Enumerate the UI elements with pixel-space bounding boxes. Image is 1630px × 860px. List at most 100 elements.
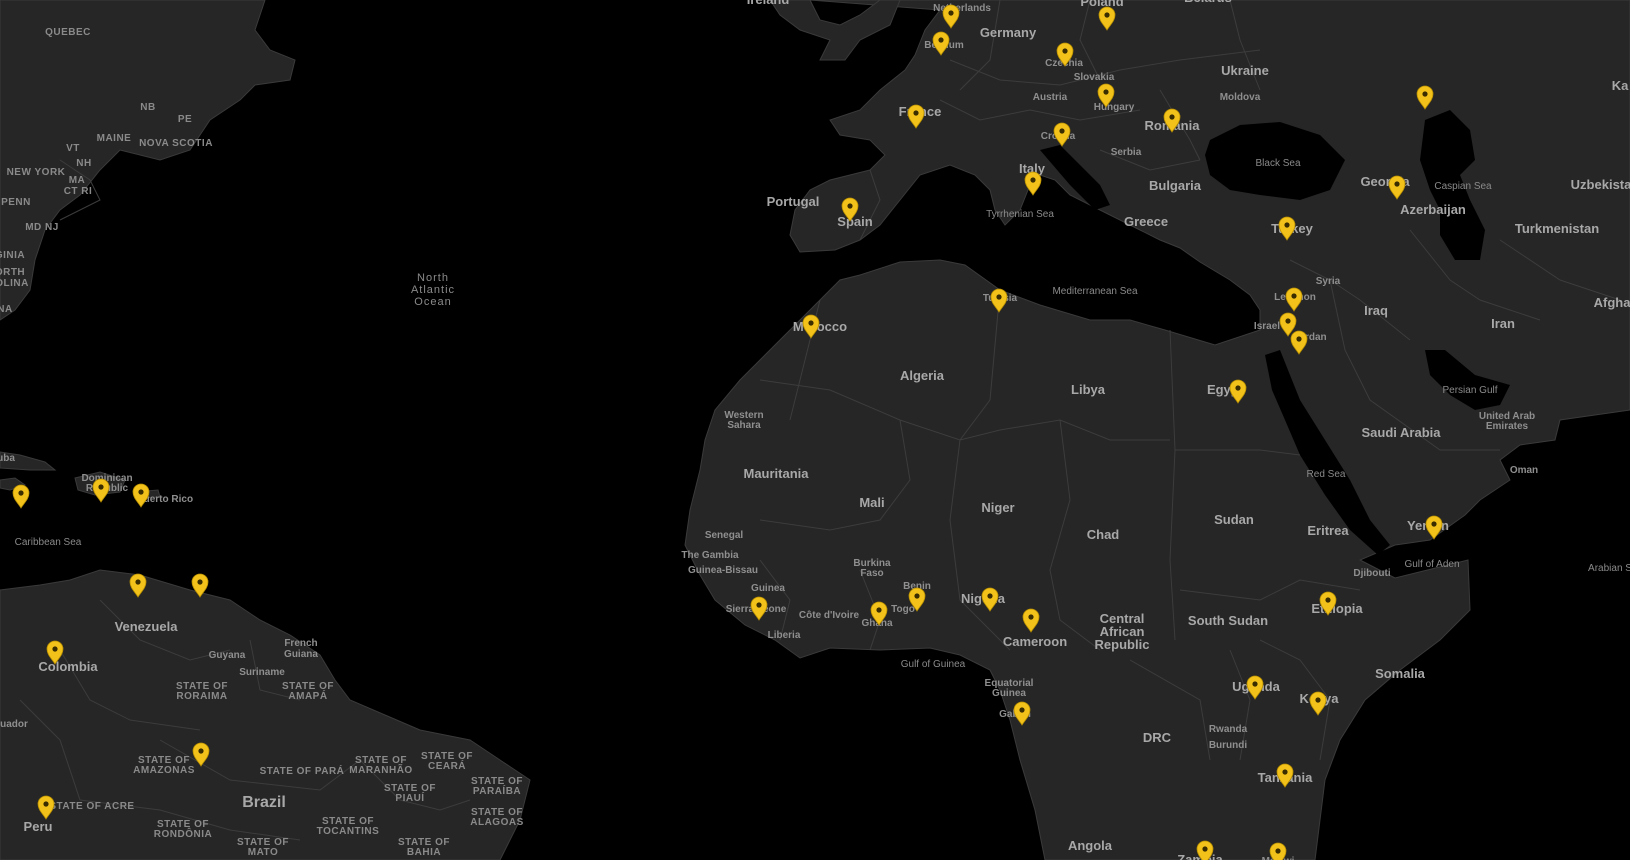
map-label-algeria: Algeria <box>900 368 945 383</box>
map-label-alagoas-2: ALAGOAS <box>470 817 524 828</box>
map-label-acre: STATE OF ACRE <box>49 801 134 812</box>
map-label-oman: Oman <box>1510 465 1538 476</box>
map-label-mali: Mali <box>859 495 884 510</box>
map-label-togo: Togo <box>891 604 915 615</box>
map-label-burundi: Burundi <box>1209 740 1248 751</box>
map-label-niger: Niger <box>981 500 1014 515</box>
map-label-amapa-2: AMAPÁ <box>288 689 327 702</box>
map-label-peru: Peru <box>24 819 53 834</box>
world-map[interactable]: IrelandNetherlandsPolandBelarusGermanyBe… <box>0 0 1630 860</box>
map-label-caspian-sea: Caspian Sea <box>1434 181 1492 192</box>
map-label-sudan: Sudan <box>1214 512 1254 527</box>
map-label-cuba: uba <box>0 453 15 464</box>
map-label-portugal: Portugal <box>767 194 820 209</box>
map-label-cote-divoire: Côte d'Ivoire <box>799 610 860 621</box>
map-label-para: STATE OF PARÁ <box>260 764 345 777</box>
map-label-na: NA <box>0 304 13 315</box>
map-label-eq-guinea-2: Guinea <box>992 688 1026 699</box>
map-label-quebec: QUEBEC <box>45 27 91 38</box>
map-label-red-sea: Red Sea <box>1307 469 1346 480</box>
map-label-belarus: Belarus <box>1184 0 1232 5</box>
map-label-ctri: CT RI <box>64 186 93 197</box>
map-label-maine: MAINE <box>97 133 132 144</box>
map-label-caribbean-sea: Caribbean Sea <box>15 537 82 548</box>
map-label-uzbekistan: Uzbekistan <box>1571 177 1630 192</box>
map-label-the-gambia: The Gambia <box>681 550 739 561</box>
map-label-hungary: Hungary <box>1094 102 1135 113</box>
map-label-turkmenistan: Turkmenistan <box>1515 221 1599 236</box>
map-label-poland: Poland <box>1080 0 1123 9</box>
map-label-iraq: Iraq <box>1364 303 1388 318</box>
map-label-pe: PE <box>178 114 192 125</box>
map-label-nb: NB <box>140 102 155 113</box>
map-label-libya: Libya <box>1071 382 1106 397</box>
map-label-cameroon: Cameroon <box>1003 634 1067 649</box>
map-label-piaui-2: PIAUÍ <box>395 791 424 804</box>
map-label-azerbaijan: Azerbaijan <box>1400 202 1466 217</box>
map-label-colombia: Colombia <box>38 659 98 674</box>
map-label-somalia: Somalia <box>1375 666 1426 681</box>
map-label-germany: Germany <box>980 25 1037 40</box>
map-label-senegal: Senegal <box>705 530 744 541</box>
map-label-serbia: Serbia <box>1111 147 1142 158</box>
map-label-liberia: Liberia <box>768 630 801 641</box>
map-label-black-sea: Black Sea <box>1255 158 1300 169</box>
map-label-iran: Iran <box>1491 316 1515 331</box>
map-label-atlantic: Atlantic <box>411 284 455 296</box>
map-label-ginia: GINIA <box>0 250 25 261</box>
map-label-mato-2: MATO <box>248 847 279 858</box>
map-label-kazakhstan: Ka <box>1612 78 1629 93</box>
map-label-vt: VT <box>66 143 80 154</box>
map-label-ma: MA <box>69 175 86 186</box>
map-label-olina: OLINA <box>0 278 29 289</box>
map-label-greece: Greece <box>1124 214 1168 229</box>
map-label-angola: Angola <box>1068 838 1113 853</box>
map-label-burkina-2: Faso <box>860 568 883 579</box>
map-label-french-guiana-2: Guiana <box>284 649 318 660</box>
map-label-chad: Chad <box>1087 527 1120 542</box>
map-label-rondonia-2: RONDÔNIA <box>154 827 212 840</box>
map-label-suriname: Suriname <box>239 667 285 678</box>
map-label-spain: Spain <box>837 214 872 229</box>
map-label-nova-scotia: NOVA SCOTIA <box>139 138 213 149</box>
map-label-ecuador: uador <box>0 719 28 730</box>
map-label-maranhao-2: MARANHÃO <box>349 763 412 776</box>
map-label-eritrea: Eritrea <box>1307 523 1349 538</box>
map-label-orth: ORTH <box>0 267 25 278</box>
map-label-netherlands: Netherlands <box>933 3 991 14</box>
map-label-nh: NH <box>76 158 91 169</box>
map-label-amazonas-2: AMAZONAS <box>133 765 195 776</box>
map-label-morocco: Morocco <box>793 319 847 334</box>
map-pin-icon-malawi[interactable] <box>1269 842 1287 860</box>
map-label-arabian-sea: Arabian S <box>1588 563 1630 574</box>
map-label-guinea: Guinea <box>751 583 785 594</box>
map-label-md-nj: MD NJ <box>25 222 59 233</box>
map-label-mauritania: Mauritania <box>743 466 809 481</box>
map-label-saudi-arabia: Saudi Arabia <box>1362 425 1442 440</box>
map-label-slovakia: Slovakia <box>1074 72 1115 83</box>
map-label-ethiopia: Ethiopia <box>1311 601 1363 616</box>
map-label-uae-2: Emirates <box>1486 421 1529 432</box>
map-label-rwanda: Rwanda <box>1209 724 1248 735</box>
map-label-roraima-2: RORAIMA <box>176 691 227 702</box>
map-label-drc: DRC <box>1143 730 1172 745</box>
map-label-israel: Israel <box>1254 321 1280 332</box>
map-label-tocantins-2: TOCANTINS <box>317 826 380 837</box>
map-label-western-sahara-2: Sahara <box>727 420 761 431</box>
map-label-brazil: Brazil <box>242 794 286 811</box>
map-label-persian-gulf: Persian Gulf <box>1442 385 1497 396</box>
map-label-french-guiana-1: French <box>284 638 317 649</box>
map-label-paraiba-2: PARAÍBA <box>473 784 521 797</box>
map-label-ocean: Ocean <box>414 296 451 308</box>
map-label-djibouti: Djibouti <box>1353 568 1390 579</box>
map-label-south-sudan: South Sudan <box>1188 613 1268 628</box>
map-label-austria: Austria <box>1033 92 1068 103</box>
map-label-central-3: Republic <box>1095 637 1150 652</box>
map-label-afghanistan: Afghan <box>1594 295 1630 310</box>
map-label-venezuela: Venezuela <box>115 619 179 634</box>
map-label-ukraine: Ukraine <box>1221 63 1269 78</box>
map-label-guyana: Guyana <box>209 650 246 661</box>
map-label-gulf-of-guinea: Gulf of Guinea <box>901 659 966 670</box>
map-label-bulgaria: Bulgaria <box>1149 178 1202 193</box>
map-label-new-york: NEW YORK <box>7 167 66 178</box>
